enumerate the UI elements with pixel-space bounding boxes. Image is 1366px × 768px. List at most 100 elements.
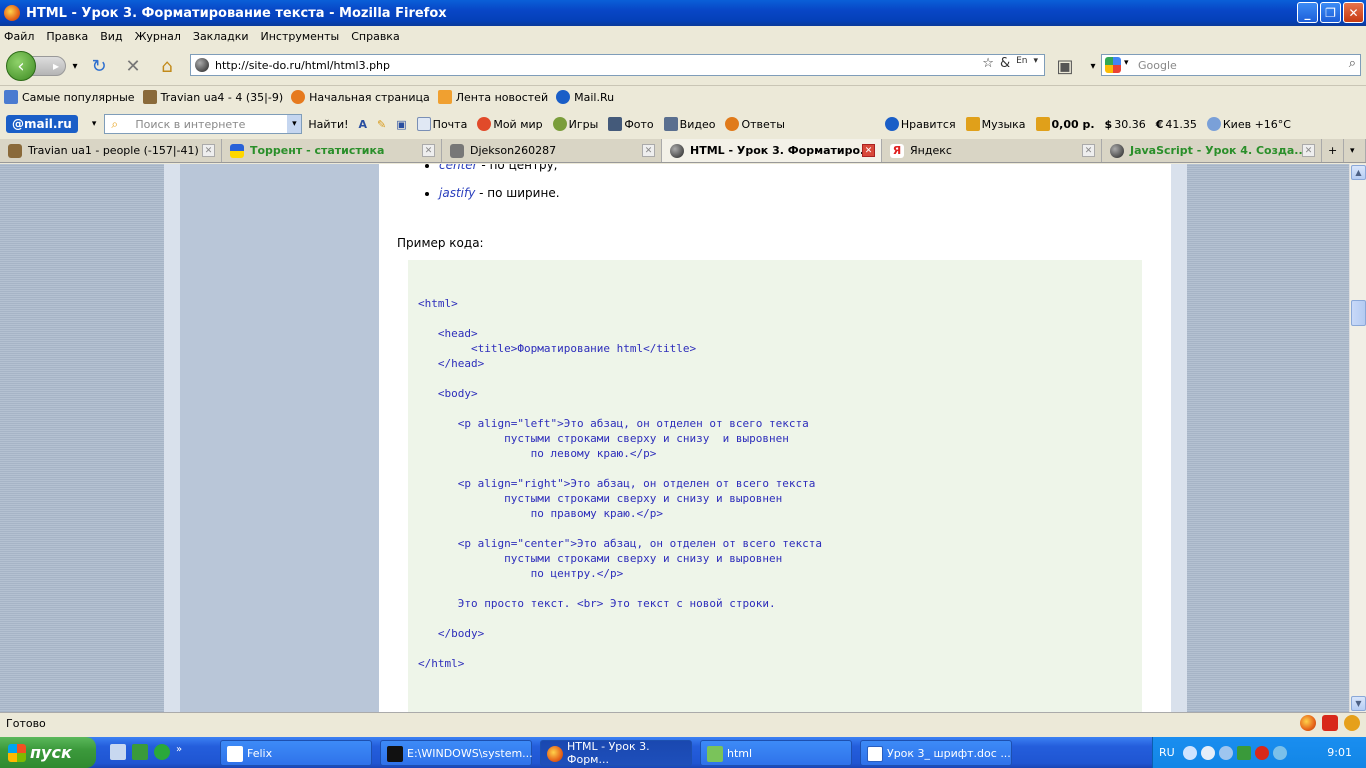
language-icon[interactable]: En — [1016, 56, 1027, 71]
search-engine-icon[interactable] — [1105, 57, 1121, 73]
task-word-doc[interactable]: Урок 3_ шрифт.doc ... — [860, 740, 1012, 766]
tab-djekson[interactable]: Djekson260287 ✕ — [442, 139, 662, 162]
skype-icon[interactable] — [1272, 745, 1287, 760]
search-box[interactable]: ▾ Google ⌕ — [1101, 54, 1361, 76]
tab-travian[interactable]: Travian ua1 - people (-157|-41) ✕ — [0, 139, 222, 162]
translate-icon[interactable]: & — [1000, 56, 1010, 71]
adblock-icon[interactable] — [1322, 715, 1338, 731]
task-html-folder[interactable]: html — [700, 740, 852, 766]
scroll-thumb[interactable] — [1351, 300, 1366, 326]
close-tab-icon[interactable]: ✕ — [1082, 144, 1095, 157]
search-icon[interactable]: ⌕ — [1349, 56, 1356, 71]
camera-icon[interactable]: ▣ — [1052, 55, 1078, 77]
bookmark-mailru[interactable]: Mail.Ru — [556, 90, 614, 104]
tab-label: Торрент - статистика — [250, 144, 385, 157]
bookmark-most-visited[interactable]: Самые популярные — [4, 90, 135, 104]
network-icon[interactable] — [1200, 745, 1215, 760]
start-button[interactable]: пуск — [0, 737, 96, 768]
task-cmd[interactable]: E:\WINDOWS\system... — [380, 740, 533, 766]
maximize-button[interactable]: ❐ — [1320, 2, 1341, 23]
menu-help[interactable]: Справка — [351, 30, 399, 43]
all-tabs-button[interactable]: ▾ — [1344, 139, 1366, 162]
video-icon — [663, 117, 678, 131]
usd-rate[interactable]: $ 30.36 — [1105, 118, 1146, 131]
page-search-icon[interactable]: ▣ — [396, 118, 406, 131]
task-firefox[interactable]: HTML - Урок 3. Форм... — [540, 740, 692, 766]
new-tab-button[interactable]: + — [1322, 139, 1344, 162]
chevron-right-icon[interactable]: » — [176, 744, 182, 760]
antivirus-icon[interactable] — [1254, 745, 1269, 760]
minimize-button[interactable]: _ — [1297, 2, 1318, 23]
likes-button[interactable]: Нравится — [884, 117, 956, 131]
reload-icon[interactable]: ↻ — [88, 55, 110, 77]
stop-icon[interactable]: ✕ — [122, 55, 144, 77]
tab-torrent[interactable]: Торрент - статистика ✕ — [222, 139, 442, 162]
bookmark-start-page[interactable]: Начальная страница — [291, 90, 430, 104]
url-bar[interactable]: http://site-do.ru/html/html3.php ☆ & En … — [190, 54, 1045, 76]
tab-yandex[interactable]: Я Яндекс ✕ — [882, 139, 1102, 162]
search-dropdown-icon[interactable]: ▾ — [287, 115, 302, 133]
font-size-icon[interactable]: A — [359, 118, 368, 131]
clover-icon[interactable] — [154, 744, 170, 760]
language-indicator[interactable]: RU — [1159, 746, 1175, 759]
mailru-menu-dropdown-icon[interactable]: ▾ — [92, 119, 97, 129]
close-tab-icon[interactable]: ✕ — [862, 144, 875, 157]
url-dropdown-icon[interactable]: ▾ — [1033, 56, 1038, 71]
music-button[interactable]: Музыка — [965, 117, 1026, 131]
close-window-button[interactable]: ✕ — [1343, 2, 1364, 23]
code-text[interactable]: <html> <head> <title>Форматирование html… — [418, 296, 822, 671]
menu-tools[interactable]: Инструменты — [261, 30, 340, 43]
menu-history[interactable]: Журнал — [135, 30, 181, 43]
close-tab-icon[interactable]: ✕ — [1302, 144, 1315, 157]
page-content: center - по центру; jastify - по ширине.… — [379, 164, 1171, 712]
console-icon — [387, 746, 403, 762]
menu-bookmarks[interactable]: Закладки — [193, 30, 249, 43]
tab-javascript-lesson[interactable]: JavaScript - Урок 4. Созда... ✕ — [1102, 139, 1322, 162]
weather-button[interactable]: Киев +16°C — [1206, 117, 1291, 131]
mailru-search-input[interactable]: ⌕ Поиск в интернете ▾ — [104, 114, 303, 134]
firefox-icon — [547, 746, 563, 762]
menu-view[interactable]: Вид — [100, 30, 122, 43]
utorrent-icon[interactable] — [132, 744, 148, 760]
close-tab-icon[interactable]: ✕ — [202, 144, 215, 157]
task-felix[interactable]: Felix — [220, 740, 372, 766]
highlight-icon[interactable]: ✎ — [377, 118, 386, 131]
answers-button[interactable]: Ответы — [725, 117, 785, 131]
volume-icon[interactable] — [1218, 745, 1233, 760]
back-button[interactable]: ‹ — [6, 51, 36, 81]
bookmark-travian[interactable]: Travian ua4 - 4 (35|-9) — [142, 90, 283, 104]
menu-edit[interactable]: Правка — [46, 30, 88, 43]
forward-button[interactable]: ▸ — [32, 56, 66, 76]
scroll-up-button[interactable]: ▲ — [1351, 165, 1366, 180]
mail-button[interactable]: Почта — [416, 117, 467, 131]
close-tab-icon[interactable]: ✕ — [642, 144, 655, 157]
scroll-down-button[interactable]: ▼ — [1351, 696, 1366, 711]
page-viewport[interactable]: center - по центру; jastify - по ширине.… — [0, 164, 1349, 712]
menu-file[interactable]: Файл — [4, 30, 34, 43]
video-button[interactable]: Видео — [663, 117, 715, 131]
engine-dropdown-icon[interactable]: ▾ — [1124, 58, 1129, 68]
tab-html-lesson[interactable]: HTML - Урок 3. Форматиро... ✕ — [662, 139, 882, 162]
tray-expand-icon[interactable] — [1182, 745, 1197, 760]
my-world-button[interactable]: Мой мир — [477, 117, 543, 131]
vertical-scrollbar[interactable]: ▲ ▼ — [1349, 164, 1366, 712]
close-tab-icon[interactable]: ✕ — [422, 144, 435, 157]
games-button[interactable]: Игры — [552, 117, 598, 131]
mailru-find-button[interactable]: Найти! — [308, 118, 348, 131]
bookmark-star-icon[interactable]: ☆ — [982, 56, 994, 71]
balance-button[interactable]: 0,00 р. — [1035, 117, 1095, 131]
home-icon[interactable]: ⌂ — [156, 55, 178, 77]
bookmark-news-feed[interactable]: Лента новостей — [437, 90, 548, 104]
eur-rate[interactable]: € 41.35 — [1156, 118, 1197, 131]
site-identity-icon[interactable] — [195, 58, 209, 72]
mailru-logo[interactable]: @mail.ru — [6, 115, 78, 133]
history-dropdown-icon[interactable]: ▾ — [64, 55, 86, 77]
euro-icon: € — [1155, 117, 1164, 131]
utorrent-tray-icon[interactable] — [1236, 745, 1251, 760]
firefox-addon-icon[interactable] — [1300, 715, 1316, 731]
photo-button[interactable]: Фото — [608, 117, 654, 131]
word-icon — [867, 746, 883, 762]
smiley-icon[interactable] — [1344, 715, 1360, 731]
bookmark-icon — [4, 90, 18, 104]
show-desktop-icon[interactable] — [110, 744, 126, 760]
